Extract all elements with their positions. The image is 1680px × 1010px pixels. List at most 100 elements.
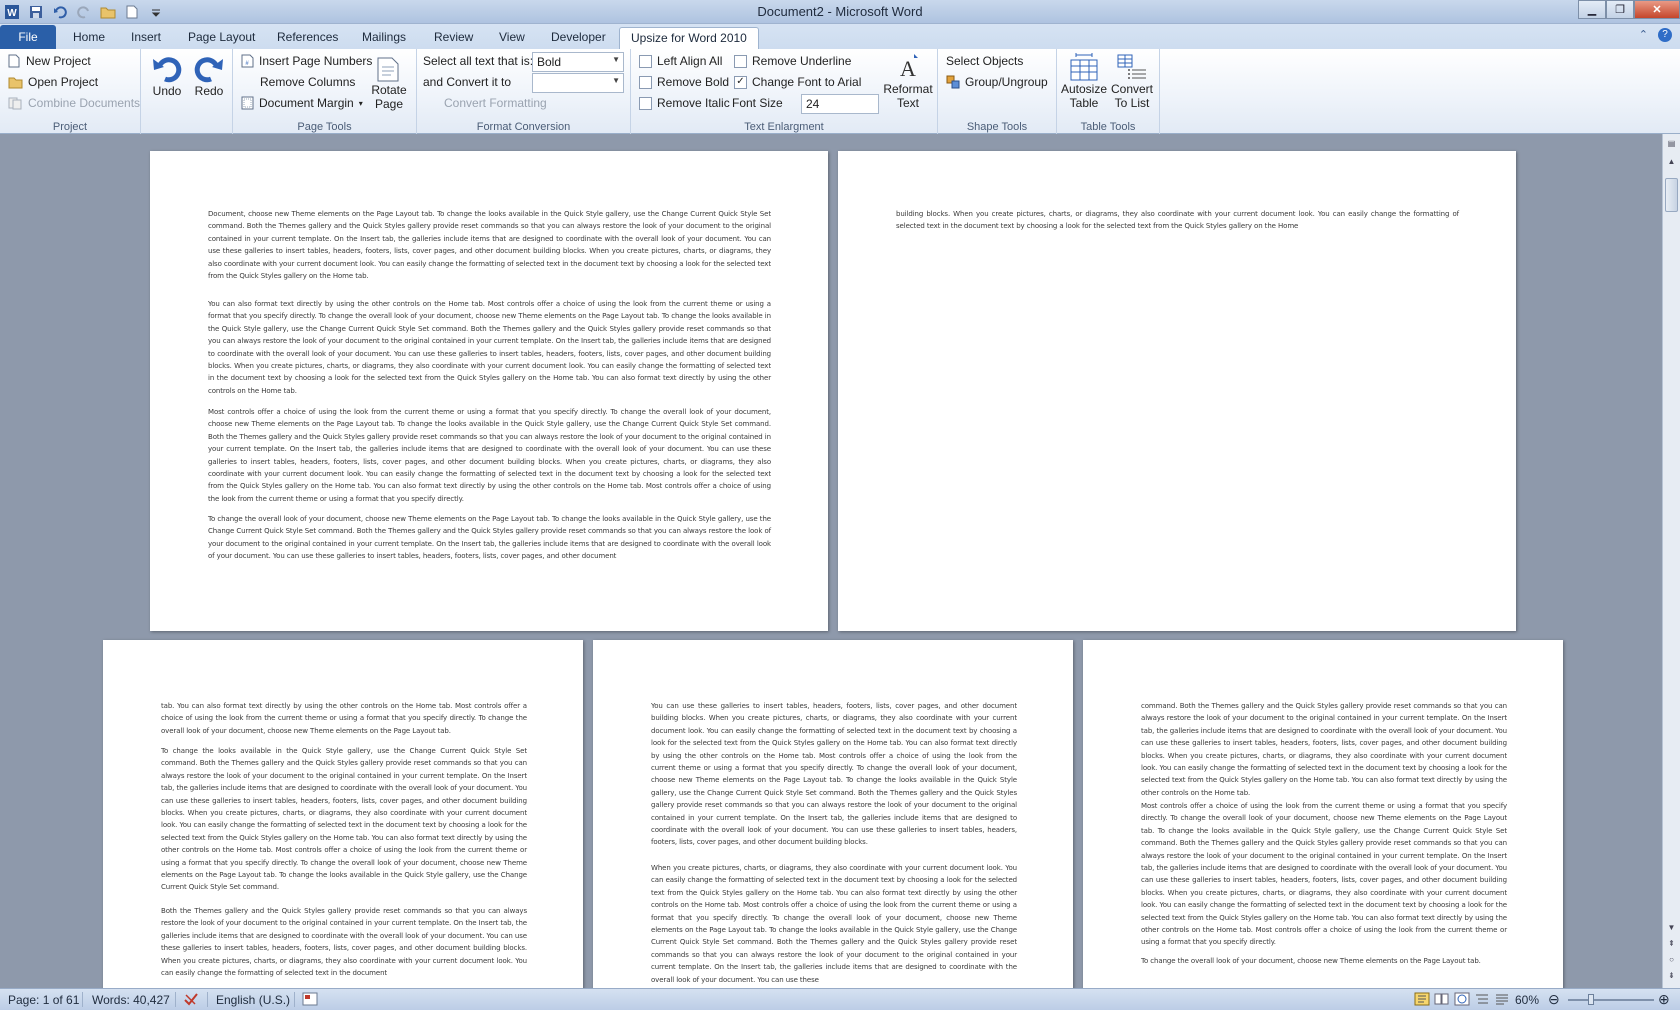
restore-icon[interactable]: ❐ xyxy=(1606,0,1634,19)
group-format-conversion: Select all text that is: Bold ▼ and Conv… xyxy=(417,49,631,134)
group-ungroup-button[interactable]: Group/Ungroup xyxy=(946,75,1048,89)
autosize-table-icon xyxy=(1070,53,1098,81)
select-browse-object-icon[interactable]: ○ xyxy=(1664,952,1679,968)
document-margin-icon xyxy=(241,96,254,110)
draft-view-icon[interactable] xyxy=(1494,992,1510,1006)
combine-documents-icon xyxy=(8,97,22,109)
proofing-icon[interactable] xyxy=(183,992,199,1009)
checkmark-icon: ✓ xyxy=(734,75,747,89)
font-size-value: 24 xyxy=(806,97,820,111)
font-size-input[interactable]: 24 xyxy=(801,94,879,114)
left-align-all-checkbox[interactable]: Left Align All xyxy=(639,54,722,68)
paragraph[interactable]: When you create pictures, charts, or dia… xyxy=(651,862,1017,986)
macro-recording-icon[interactable] xyxy=(302,992,318,1009)
reformat-text-label: Reformat Text xyxy=(883,82,933,110)
help-icon[interactable]: ? xyxy=(1658,28,1672,42)
remove-underline-label: Remove Underline xyxy=(752,54,852,68)
next-page-icon[interactable]: ⇟ xyxy=(1664,968,1679,984)
tab-home[interactable]: Home xyxy=(62,27,116,49)
page-numbers-icon: # xyxy=(241,54,254,68)
remove-columns-button[interactable]: Remove Columns xyxy=(260,75,355,89)
full-screen-reading-icon[interactable] xyxy=(1434,992,1450,1006)
document-page-4[interactable]: You can use these galleries to insert ta… xyxy=(593,640,1073,988)
window-title: Document2 - Microsoft Word xyxy=(757,4,923,19)
rotate-page-button[interactable]: Rotate Page xyxy=(367,53,411,111)
tab-upsize-for-word[interactable]: Upsize for Word 2010 xyxy=(619,27,759,49)
select-format-combo[interactable]: Bold ▼ xyxy=(532,52,624,72)
paragraph[interactable]: To change the overall look of your docum… xyxy=(1141,955,1507,967)
paragraph[interactable]: To change the overall look of your docum… xyxy=(208,513,771,563)
zoom-level[interactable]: 60% xyxy=(1515,993,1539,1007)
remove-italic-checkbox[interactable]: Remove Italic xyxy=(639,96,730,110)
tab-mailings[interactable]: Mailings xyxy=(351,27,417,49)
insert-page-numbers-button[interactable]: # Insert Page Numbers xyxy=(241,54,372,68)
scroll-up-icon[interactable]: ▲ xyxy=(1664,154,1679,170)
group-label-text-enlargment: Text Enlargment xyxy=(744,121,824,133)
paragraph[interactable]: Most controls offer a choice of using th… xyxy=(208,406,771,505)
paragraph[interactable]: command. Both the Themes gallery and the… xyxy=(1141,700,1507,799)
group-project: New Project Open Project Combine Documen… xyxy=(0,49,141,134)
group-label-project: Project xyxy=(52,121,88,133)
group-shape-tools: Select Objects Group/Ungroup Shape Tools xyxy=(938,49,1057,134)
previous-page-icon[interactable]: ⇞ xyxy=(1664,936,1679,952)
zoom-slider-thumb[interactable] xyxy=(1588,994,1594,1005)
paragraph[interactable]: You can also format text directly by usi… xyxy=(208,298,771,397)
word-count[interactable]: Words: 40,427 xyxy=(92,993,170,1007)
paragraph[interactable]: To change the looks available in the Qui… xyxy=(161,745,527,894)
paragraph[interactable]: Both the Themes gallery and the Quick St… xyxy=(161,905,527,979)
combine-documents-button[interactable]: Combine Documents xyxy=(8,96,140,110)
paragraph[interactable]: building blocks. When you create picture… xyxy=(896,208,1459,233)
zoom-slider-track[interactable] xyxy=(1568,999,1654,1001)
zoom-in-icon[interactable]: ⊕ xyxy=(1658,991,1670,1008)
close-icon[interactable]: ✕ xyxy=(1634,0,1680,19)
document-page-2[interactable]: building blocks. When you create picture… xyxy=(838,151,1516,631)
page-count[interactable]: Page: 1 of 61 xyxy=(8,993,79,1007)
web-layout-icon[interactable] xyxy=(1454,992,1470,1006)
ribbon-tab-row: File Home Insert Page Layout References … xyxy=(0,24,1680,49)
zoom-out-icon[interactable]: ⊖ xyxy=(1548,991,1560,1008)
document-page-1[interactable]: Document, choose new Theme elements on t… xyxy=(150,151,828,631)
tab-page-layout[interactable]: Page Layout xyxy=(177,27,266,49)
vertical-scrollbar[interactable]: ▤ ▲ ▼ ⇞ ○ ⇟ xyxy=(1662,134,1680,988)
combine-documents-label: Combine Documents xyxy=(28,96,141,110)
reformat-text-icon: A xyxy=(900,54,918,81)
document-workspace[interactable]: Document, choose new Theme elements on t… xyxy=(0,134,1662,988)
paragraph[interactable]: Document, choose new Theme elements on t… xyxy=(208,208,771,282)
tab-view[interactable]: View xyxy=(488,27,536,49)
document-margin-dropdown[interactable]: Document Margin ▾ xyxy=(241,96,363,110)
undo-button[interactable]: Undo xyxy=(149,52,185,98)
tab-references[interactable]: References xyxy=(266,27,349,49)
convert-format-combo[interactable]: ▼ xyxy=(532,73,624,93)
outline-view-icon[interactable] xyxy=(1474,992,1490,1006)
select-objects-button[interactable]: Select Objects xyxy=(946,54,1023,68)
minimize-icon[interactable]: ▁ xyxy=(1578,0,1606,19)
tab-review[interactable]: Review xyxy=(423,27,484,49)
language[interactable]: English (U.S.) xyxy=(216,993,290,1007)
remove-underline-checkbox[interactable]: Remove Underline xyxy=(734,54,851,68)
scroll-down-icon[interactable]: ▼ xyxy=(1664,920,1679,936)
redo-button[interactable]: Redo xyxy=(191,52,227,98)
paragraph[interactable]: You can use these galleries to insert ta… xyxy=(651,700,1017,849)
paragraph[interactable]: Most controls offer a choice of using th… xyxy=(1141,800,1507,949)
divider xyxy=(82,992,83,1007)
print-layout-view-icon[interactable] xyxy=(1414,992,1430,1006)
document-page-5[interactable]: command. Both the Themes gallery and the… xyxy=(1083,640,1563,988)
document-page-3[interactable]: tab. You can also format text directly b… xyxy=(103,640,583,988)
minimize-ribbon-icon[interactable]: ⌃ xyxy=(1639,28,1648,42)
tab-insert[interactable]: Insert xyxy=(120,27,172,49)
convert-to-list-button[interactable]: Convert To List xyxy=(1109,52,1155,110)
group-ungroup-icon xyxy=(946,75,960,89)
open-project-button[interactable]: Open Project xyxy=(8,75,98,89)
remove-bold-checkbox[interactable]: Remove Bold xyxy=(639,75,729,89)
tab-file[interactable]: File xyxy=(0,25,56,49)
paragraph[interactable]: tab. You can also format text directly b… xyxy=(161,700,527,737)
new-project-button[interactable]: New Project xyxy=(8,54,91,68)
convert-formatting-button[interactable]: Convert Formatting xyxy=(444,96,547,110)
autosize-table-button[interactable]: Autosize Table xyxy=(1061,52,1107,110)
reformat-text-button[interactable]: A Reformat Text xyxy=(883,52,933,110)
tab-developer[interactable]: Developer xyxy=(540,27,617,49)
ruler-toggle-icon[interactable]: ▤ xyxy=(1664,136,1679,152)
change-font-checkbox[interactable]: ✓ Change Font to Arial xyxy=(734,75,861,89)
scrollbar-thumb[interactable] xyxy=(1665,178,1678,212)
group-label-format-conversion: Format Conversion xyxy=(476,121,571,133)
